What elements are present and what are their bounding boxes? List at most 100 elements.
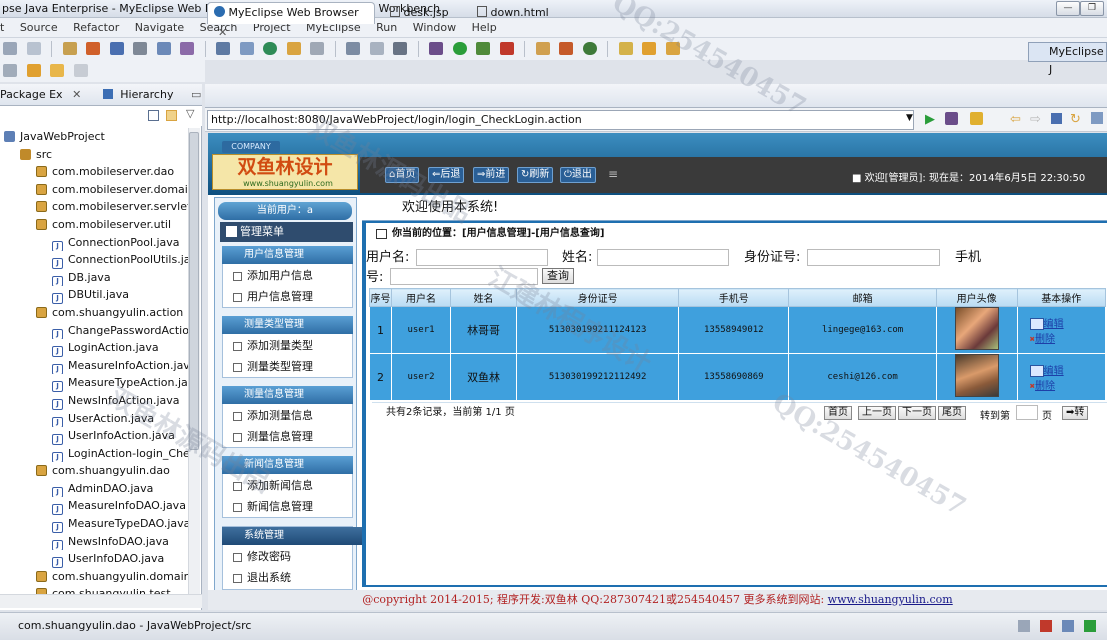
- edit-icon[interactable]: [1029, 365, 1044, 378]
- tree-item[interactable]: J AdminDAO.java: [0, 480, 188, 498]
- tree-item[interactable]: J MeasureInfoDAO.java: [0, 497, 188, 516]
- nav-logout-button[interactable]: ⏻退出: [560, 167, 596, 183]
- tree-item[interactable]: J ChangePasswordAction: [0, 322, 188, 340]
- tree-item[interactable]: src: [0, 146, 188, 164]
- minimize-view-icon[interactable]: ▭: [191, 88, 201, 101]
- run-icon[interactable]: [452, 42, 467, 55]
- link-editor-icon[interactable]: [166, 110, 177, 121]
- new-interface-icon[interactable]: [559, 42, 573, 55]
- back-arrow-icon[interactable]: ⇦: [1010, 112, 1021, 127]
- run-config-icon[interactable]: [476, 42, 490, 55]
- tree-item[interactable]: J MeasureTypeDAO.java: [0, 515, 188, 533]
- prev-page-button[interactable]: 上一页: [858, 406, 896, 420]
- minimize-button[interactable]: —: [1056, 1, 1080, 16]
- url-input[interactable]: http://localhost:8080/JavaWebProject/log…: [207, 110, 914, 130]
- new-package-icon[interactable]: [535, 42, 550, 55]
- forward-arrow-icon[interactable]: ⇨: [1030, 112, 1041, 127]
- new-class-icon[interactable]: [180, 42, 194, 55]
- tree-item[interactable]: J NewsInfoAction.java: [0, 392, 188, 410]
- nav-forward-button[interactable]: ⇒前进: [473, 167, 510, 183]
- explorer-icon[interactable]: [239, 42, 254, 55]
- tree-item[interactable]: com.shuangyulin.domain: [0, 568, 188, 586]
- open-resource-icon[interactable]: [618, 42, 633, 55]
- edit-icon[interactable]: [1029, 318, 1044, 331]
- tree-item[interactable]: com.shuangyulin.dao: [0, 462, 188, 480]
- tree-hscrollbar[interactable]: [0, 594, 202, 608]
- search-folder-icon[interactable]: [665, 42, 680, 55]
- web-service-icon[interactable]: [369, 42, 384, 55]
- tree-item[interactable]: com.mobileserver.util: [0, 216, 188, 234]
- first-page-button[interactable]: 首页: [824, 406, 852, 420]
- edit-link[interactable]: 编辑: [1044, 366, 1064, 377]
- collapse-all-icon[interactable]: [148, 110, 159, 121]
- username-input[interactable]: [416, 249, 548, 266]
- status-icon[interactable]: [1040, 620, 1052, 632]
- next-annotation-icon[interactable]: [3, 64, 17, 77]
- tab-desk-jsp[interactable]: desk.jsp: [383, 2, 463, 24]
- menu-source[interactable]: Source: [20, 21, 58, 34]
- close-icon[interactable]: ✕: [218, 26, 227, 39]
- new-web-project-icon[interactable]: [156, 42, 171, 55]
- group-measure-info[interactable]: 测量信息管理: [222, 386, 353, 404]
- name-input[interactable]: [597, 249, 729, 266]
- menu-manage-measure-type[interactable]: 测量类型管理: [222, 356, 353, 377]
- edit-link[interactable]: 编辑: [1044, 319, 1064, 330]
- new-wizard-icon[interactable]: [62, 42, 77, 55]
- menu-manage-user[interactable]: 用户信息管理: [222, 286, 353, 307]
- delete-link[interactable]: 删除: [1035, 381, 1055, 392]
- external-tools-icon[interactable]: [499, 42, 514, 55]
- menu-manage-measure-info[interactable]: 测量信息管理: [222, 426, 353, 447]
- tree-item[interactable]: J LoginAction.java: [0, 339, 188, 357]
- menu-add-measure-info[interactable]: 添加测量信息: [222, 405, 353, 426]
- tree-item[interactable]: J UserInfoDAO.java: [0, 550, 188, 568]
- view-menu-icon[interactable]: ▽: [186, 107, 194, 120]
- open-type-icon[interactable]: [133, 42, 147, 55]
- tree-item[interactable]: J UserInfoAction.java: [0, 427, 188, 445]
- tree-scrollbar-thumb[interactable]: [189, 132, 199, 450]
- group-system[interactable]: 系统管理: [222, 527, 362, 545]
- favorite-icon[interactable]: [970, 112, 983, 125]
- menu-lines-icon[interactable]: ≡: [608, 167, 618, 181]
- tree-item[interactable]: J NewsInfoDAO.java: [0, 533, 188, 551]
- search-button[interactable]: 查询: [542, 268, 574, 284]
- save-all-icon[interactable]: [26, 42, 41, 55]
- tree-item[interactable]: com.mobileserver.dao: [0, 163, 188, 181]
- deploy-icon[interactable]: [109, 42, 124, 55]
- tree-item[interactable]: J ConnectionPool.java: [0, 234, 188, 252]
- status-icon[interactable]: [1084, 620, 1096, 632]
- next-page-button[interactable]: 下一页: [898, 406, 936, 420]
- save-icon[interactable]: [3, 42, 17, 55]
- status-icon[interactable]: [1018, 620, 1030, 632]
- perspective-switcher[interactable]: MyEclipse J: [1028, 42, 1107, 76]
- globe-icon[interactable]: [263, 42, 277, 55]
- restore-button[interactable]: ❐: [1080, 1, 1104, 16]
- stop-icon[interactable]: [1051, 113, 1062, 124]
- goto-page-input[interactable]: [1016, 405, 1038, 420]
- forward-icon[interactable]: [73, 64, 88, 77]
- group-user-info[interactable]: 用户信息管理: [222, 246, 353, 264]
- tab-hierarchy[interactable]: Hierarchy: [120, 88, 173, 101]
- tab-down-html[interactable]: down.html: [470, 2, 560, 24]
- menu-refactor[interactable]: Refactor: [73, 21, 119, 34]
- menu-file[interactable]: t: [0, 21, 4, 34]
- go-icon[interactable]: ▶: [925, 112, 935, 127]
- new-enum-icon[interactable]: [582, 42, 597, 55]
- report-icon[interactable]: [346, 42, 360, 55]
- tab-package-explorer[interactable]: Package Ex: [0, 88, 63, 101]
- tab-web-browser[interactable]: MyEclipse Web Browser ✕: [207, 2, 375, 39]
- home-icon[interactable]: [1091, 112, 1103, 124]
- open-folder-icon[interactable]: [286, 42, 301, 55]
- go-button[interactable]: ➡转: [1062, 406, 1089, 420]
- display-icon[interactable]: [393, 42, 407, 55]
- url-dropdown-icon[interactable]: ▼: [906, 113, 913, 123]
- footer-link[interactable]: www.shuangyulin.com: [828, 593, 953, 606]
- tree-item[interactable]: J DBUtil.java: [0, 286, 188, 304]
- tree-item[interactable]: J MeasureTypeAction.jav: [0, 374, 188, 392]
- tree-item[interactable]: com.mobileserver.domain: [0, 181, 188, 199]
- delete-link[interactable]: 删除: [1035, 334, 1055, 345]
- last-page-button[interactable]: 尾页: [938, 406, 966, 420]
- nav-refresh-button[interactable]: ↻刷新: [517, 167, 554, 183]
- menu-add-news[interactable]: 添加新闻信息: [222, 475, 353, 496]
- close-icon[interactable]: ✕: [72, 88, 81, 101]
- menu-change-password[interactable]: 修改密码: [222, 546, 353, 567]
